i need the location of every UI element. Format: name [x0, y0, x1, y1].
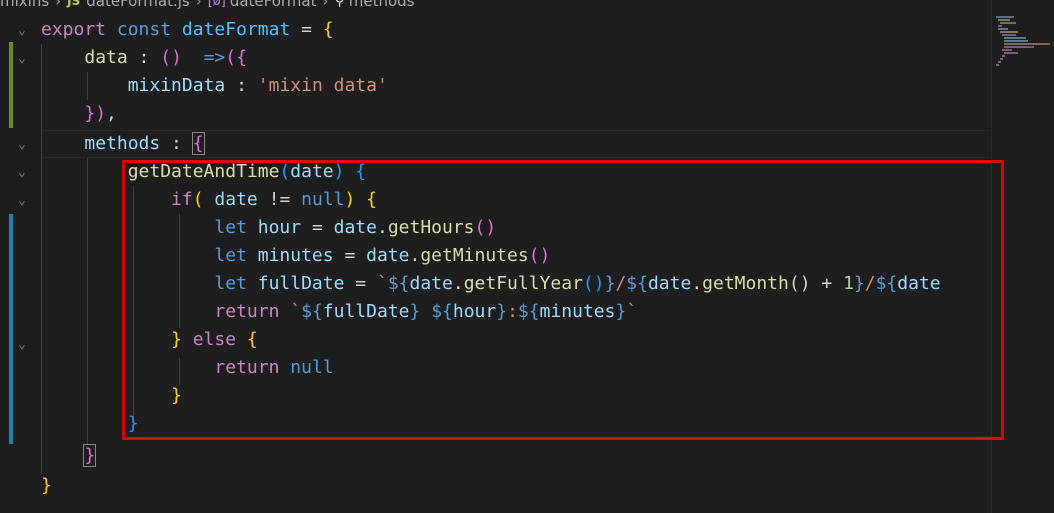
minimap-line: [998, 61, 1001, 63]
breadcrumb: mixins › JS dateFormat.js › [ø] dateForm…: [0, 0, 415, 12]
editor-gutter: ⌄ ⌄ ⌄ ⌄ ⌄ ⌄: [0, 16, 40, 513]
matched-bracket: }: [83, 444, 97, 467]
minimap-line: [1000, 58, 1003, 60]
symbol-method-icon: ⚲: [334, 0, 345, 9]
minimap-line: [1004, 43, 1050, 45]
modified-line-bar: [9, 42, 13, 128]
chevron-right-icon: ›: [195, 0, 202, 10]
code-line-5: methods : {: [84, 132, 205, 155]
code-line-10: let fullDate = `${date.getFullYear()}/${…: [214, 273, 941, 294]
code-line-1: export const dateFormat = {: [41, 19, 334, 40]
minimap-line: [996, 16, 1014, 18]
code-area[interactable]: export const dateFormat = { data : () =>…: [41, 16, 991, 513]
symbol-variable-icon: [ø]: [207, 0, 226, 9]
code-line-11: return `${fullDate} ${hour}:${minutes}`: [214, 301, 638, 322]
breadcrumb-symbol[interactable]: dateFormat: [230, 0, 317, 10]
minimap-line: [1000, 31, 1018, 33]
js-file-icon: JS: [67, 0, 81, 8]
code-line-12: } else {: [171, 329, 258, 350]
minimap-line: [1002, 49, 1012, 51]
minimap-line: [1002, 34, 1016, 36]
fold-chevron-icon[interactable]: ⌄: [18, 166, 30, 179]
code-line-14: }: [171, 385, 182, 406]
minimap-line: [1004, 46, 1034, 48]
code-line-15: }: [127, 413, 139, 434]
minimap-line: [998, 28, 1008, 30]
code-line-4: }),: [84, 103, 117, 124]
code-line-7: if( date != null) {: [171, 189, 378, 210]
minimap-line: [1004, 52, 1018, 54]
matched-bracket: {: [191, 132, 205, 155]
fold-chevron-icon[interactable]: ⌄: [18, 138, 30, 151]
added-line-bar: [9, 214, 13, 444]
code-line-8: let hour = date.getHours(): [214, 217, 497, 238]
minimap-line: [996, 64, 999, 66]
code-line-3: mixinData : 'mixin data': [127, 75, 388, 96]
code-line-2: data : () =>({: [84, 47, 247, 68]
chevron-right-icon: ›: [322, 0, 329, 10]
code-line-6: getDateAndTime(date) {: [127, 161, 367, 182]
breadcrumb-file[interactable]: dateFormat.js: [86, 0, 189, 10]
fold-chevron-icon[interactable]: ⌄: [18, 24, 30, 37]
fold-chevron-icon[interactable]: ⌄: [18, 194, 30, 207]
chevron-right-icon: ›: [55, 0, 62, 10]
minimap[interactable]: [991, 0, 1054, 513]
fold-chevron-icon[interactable]: ⌄: [18, 338, 30, 351]
minimap-line: [1000, 22, 1016, 24]
minimap-line: [1004, 37, 1026, 39]
code-line-16: }: [41, 442, 97, 470]
breadcrumb-folder[interactable]: mixins: [0, 0, 49, 10]
code-line-13: return null: [214, 357, 334, 378]
minimap-line: [1004, 40, 1028, 42]
code-line-17: }: [41, 475, 52, 496]
minimap-line: [1002, 55, 1005, 57]
breadcrumb-method[interactable]: methods: [349, 0, 415, 10]
minimap-line: [998, 19, 1010, 21]
fold-chevron-icon[interactable]: ⌄: [18, 52, 30, 65]
code-editor[interactable]: mixins › JS dateFormat.js › [ø] dateForm…: [0, 0, 1054, 513]
code-line-9: let minutes = date.getMinutes(): [214, 245, 551, 266]
minimap-line: [998, 25, 1002, 27]
